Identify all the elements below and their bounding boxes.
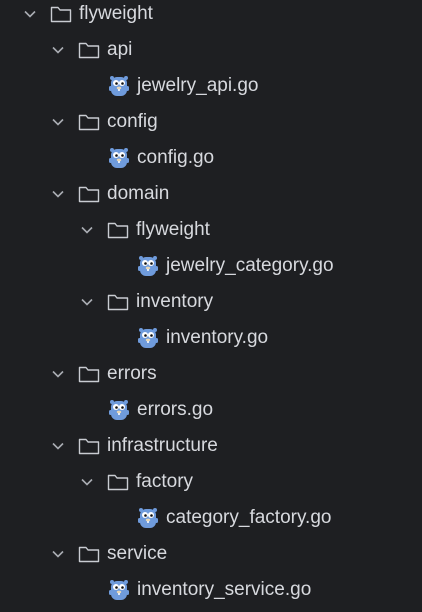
tree-file-jewelry-api[interactable]: jewelry_api.go xyxy=(0,68,422,104)
tree-folder-factory[interactable]: factory xyxy=(0,464,422,500)
tree-item-label: config.go xyxy=(137,147,215,168)
tree-folder-domain[interactable]: domain xyxy=(0,176,422,212)
tree-file-config[interactable]: config.go xyxy=(0,140,422,176)
go-gopher-icon xyxy=(108,398,130,422)
tree-item-label: jewelry_api.go xyxy=(137,75,259,96)
go-gopher-icon xyxy=(137,254,159,278)
tree-folder-flyweight[interactable]: flyweight xyxy=(0,0,422,32)
folder-icon xyxy=(78,544,100,564)
folder-icon xyxy=(78,112,100,132)
go-gopher-icon xyxy=(108,578,130,602)
chevron-down-icon[interactable] xyxy=(50,114,66,130)
tree-folder-infrastructure[interactable]: infrastructure xyxy=(0,428,422,464)
tree-item-label: infrastructure xyxy=(107,435,218,456)
folder-icon xyxy=(78,364,100,384)
tree-item-label: inventory_service.go xyxy=(137,579,312,600)
tree-item-label: api xyxy=(107,39,133,60)
chevron-down-icon[interactable] xyxy=(79,294,95,310)
tree-item-label: domain xyxy=(107,183,170,204)
tree-item-label: factory xyxy=(136,471,194,492)
tree-item-label: category_factory.go xyxy=(166,507,332,528)
tree-item-label: service xyxy=(107,543,168,564)
tree-item-label: jewelry_category.go xyxy=(166,255,334,276)
go-gopher-icon xyxy=(108,74,130,98)
chevron-down-icon[interactable] xyxy=(50,438,66,454)
tree-item-label: flyweight xyxy=(136,219,210,240)
tree-file-errors[interactable]: errors.go xyxy=(0,392,422,428)
chevron-down-icon[interactable] xyxy=(22,6,38,22)
tree-file-inventory-service[interactable]: inventory_service.go xyxy=(0,572,422,608)
tree-folder-config[interactable]: config xyxy=(0,104,422,140)
tree-folder-flyweight-nested[interactable]: flyweight xyxy=(0,212,422,248)
chevron-down-icon[interactable] xyxy=(50,186,66,202)
project-file-tree: flyweight api jewelry_api.go config conf… xyxy=(0,0,422,612)
chevron-down-icon[interactable] xyxy=(50,366,66,382)
tree-file-jewelry-category[interactable]: jewelry_category.go xyxy=(0,248,422,284)
go-gopher-icon xyxy=(137,506,159,530)
tree-file-inventory[interactable]: inventory.go xyxy=(0,320,422,356)
chevron-down-icon[interactable] xyxy=(79,222,95,238)
chevron-down-icon[interactable] xyxy=(50,42,66,58)
folder-icon xyxy=(78,40,100,60)
tree-item-label: errors.go xyxy=(137,399,214,420)
folder-icon xyxy=(107,472,129,492)
chevron-down-icon[interactable] xyxy=(79,474,95,490)
tree-item-label: inventory xyxy=(136,291,214,312)
folder-icon xyxy=(50,4,72,24)
tree-item-label: flyweight xyxy=(79,3,153,24)
tree-folder-api[interactable]: api xyxy=(0,32,422,68)
tree-file-category-factory[interactable]: category_factory.go xyxy=(0,500,422,536)
tree-item-label: config xyxy=(107,111,158,132)
tree-folder-service[interactable]: service xyxy=(0,536,422,572)
tree-item-label: errors xyxy=(107,363,157,384)
folder-icon xyxy=(78,436,100,456)
chevron-down-icon[interactable] xyxy=(50,546,66,562)
folder-icon xyxy=(107,220,129,240)
go-gopher-icon xyxy=(137,326,159,350)
tree-item-label: inventory.go xyxy=(166,327,269,348)
folder-icon xyxy=(78,184,100,204)
folder-icon xyxy=(107,292,129,312)
tree-folder-inventory[interactable]: inventory xyxy=(0,284,422,320)
tree-folder-errors[interactable]: errors xyxy=(0,356,422,392)
go-gopher-icon xyxy=(108,146,130,170)
